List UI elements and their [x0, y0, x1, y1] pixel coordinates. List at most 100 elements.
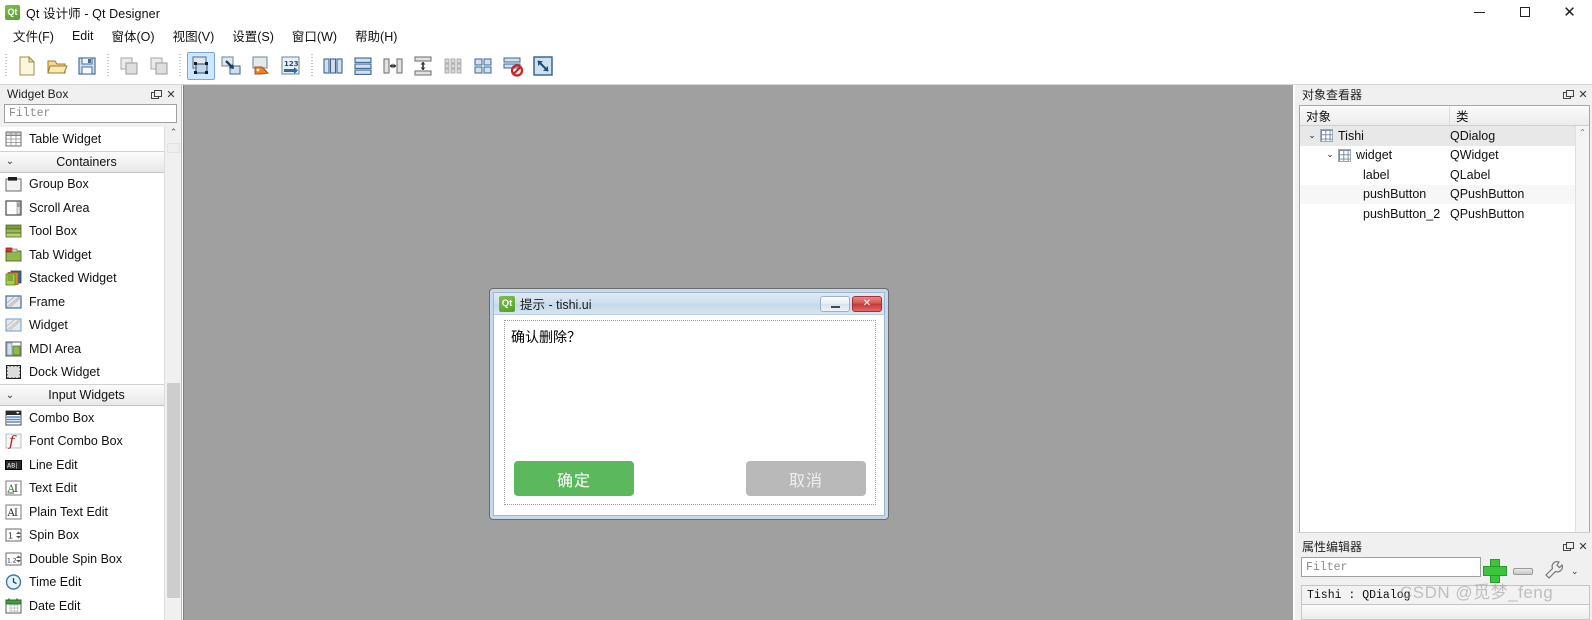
close-icon[interactable]: ✕ — [1575, 538, 1591, 554]
float-icon[interactable] — [1559, 86, 1575, 102]
close-button[interactable]: ✕ — [1547, 0, 1592, 24]
menu-form[interactable]: 窗体(O) — [103, 23, 164, 48]
table-row[interactable]: ⌄ Tishi QDialog — [1300, 126, 1589, 146]
edit-signals-slots-button[interactable] — [217, 52, 245, 80]
widget-box-list[interactable]: Table Widget ⌄ Containers Group Box Scro… — [0, 127, 181, 620]
menu-view[interactable]: 视图(V) — [164, 23, 224, 48]
toolbar-grip[interactable] — [3, 53, 9, 78]
widget-item-double-spin-box[interactable]: 1.2 Double Spin Box — [0, 547, 181, 571]
widget-item-combo-box[interactable]: Combo Box — [0, 406, 181, 430]
widget-item-text-edit[interactable]: A I Text Edit — [0, 476, 181, 500]
column-header-class[interactable]: 类 — [1450, 106, 1589, 125]
table-row[interactable]: ⌄ widget QWidget — [1300, 146, 1589, 166]
column-header-object[interactable]: 对象 — [1300, 106, 1450, 125]
table-row[interactable]: pushButton_2 QPushButton — [1300, 204, 1589, 224]
form-body-widget[interactable]: 确认删除？ 确定 取消 — [504, 320, 876, 505]
menu-help[interactable]: 帮助(H) — [346, 23, 406, 48]
layout-grid-button[interactable] — [439, 52, 467, 80]
float-icon[interactable] — [147, 86, 163, 102]
widget-item-table-widget[interactable]: Table Widget — [0, 127, 181, 151]
minimize-button[interactable] — [1457, 0, 1502, 24]
layout-splitter-horizontal-button[interactable] — [379, 52, 407, 80]
break-layout-button[interactable] — [499, 52, 527, 80]
widget-box-title: Widget Box — [7, 87, 69, 101]
design-canvas[interactable]: Qt 提示 - tishi.ui ✕ 确认删除？ 确定 取消 — [183, 85, 1293, 620]
widget-box-scrollbar[interactable]: ⌃ — [164, 127, 181, 620]
add-property-icon[interactable] — [1483, 559, 1507, 583]
form-close-button[interactable]: ✕ — [852, 295, 882, 312]
menu-settings[interactable]: 设置(S) — [223, 23, 283, 48]
widget-item-line-edit[interactable]: AB| Line Edit — [0, 453, 181, 477]
toolbar-grip-2[interactable] — [105, 53, 111, 78]
new-form-button[interactable] — [13, 52, 41, 80]
cancel-button[interactable]: 取消 — [746, 461, 866, 496]
widget-item-frame[interactable]: Frame — [0, 290, 181, 314]
widget-item-spin-box[interactable]: 1 Spin Box — [0, 523, 181, 547]
edit-buddies-button[interactable] — [247, 52, 275, 80]
remove-property-icon[interactable] — [1513, 568, 1533, 575]
maximize-icon — [1519, 7, 1530, 17]
edit-tab-order-button[interactable]: 123 — [277, 52, 305, 80]
close-icon[interactable]: ✕ — [163, 86, 179, 102]
table-row[interactable]: pushButton QPushButton — [1300, 184, 1589, 204]
layout-vertically-button[interactable] — [349, 52, 377, 80]
maximize-button[interactable] — [1502, 0, 1547, 24]
float-icon[interactable] — [1559, 538, 1575, 554]
toolbar-grip-4[interactable] — [309, 53, 315, 78]
menu-file[interactable]: 文件(F) — [4, 23, 63, 48]
form-selection-frame[interactable]: Qt 提示 - tishi.ui ✕ 确认删除？ 确定 取消 — [489, 288, 889, 520]
form-dialog[interactable]: Qt 提示 - tishi.ui ✕ 确认删除？ 确定 取消 — [493, 292, 885, 516]
close-icon[interactable]: ✕ — [1575, 86, 1591, 102]
widget-item-time-edit[interactable]: Time Edit — [0, 570, 181, 594]
widget-item-scroll-area[interactable]: Scroll Area — [0, 196, 181, 220]
chevron-down-icon[interactable]: ⌄ — [1571, 567, 1579, 577]
property-filter[interactable] — [1301, 557, 1481, 577]
property-filter-input[interactable] — [1306, 560, 1476, 574]
toolbar-grip-3[interactable] — [177, 53, 183, 78]
scrollbar-thumb-top[interactable] — [167, 143, 180, 153]
object-inspector-header: 对象查看器 ✕ — [1295, 85, 1592, 103]
widget-item-widget[interactable]: Widget — [0, 313, 181, 337]
configure-icon[interactable] — [1543, 559, 1565, 581]
undo-button[interactable] — [115, 52, 143, 80]
widget-item-mdi-area[interactable]: MDI Area — [0, 337, 181, 361]
widget-item-date-edit[interactable]: Date Edit — [0, 594, 181, 618]
layout-horizontally-button[interactable] — [319, 52, 347, 80]
widget-category-containers[interactable]: ⌄ Containers — [0, 150, 181, 173]
widget-item-plain-text-edit[interactable]: A I Plain Text Edit — [0, 500, 181, 524]
open-form-button[interactable] — [43, 52, 71, 80]
menu-help-label: 帮助(H) — [355, 30, 398, 44]
main-toolbar: 123 — [0, 47, 1592, 85]
menu-window-label: 窗口(W) — [291, 30, 338, 44]
widget-item-dock-widget[interactable]: Dock Widget — [0, 360, 181, 384]
widget-box-filter[interactable] — [4, 104, 177, 123]
widget-item-tool-box[interactable]: Tool Box — [0, 219, 181, 243]
form-minimize-button[interactable] — [820, 295, 850, 312]
chevron-down-icon[interactable]: ⌄ — [1322, 150, 1338, 160]
redo-button[interactable] — [145, 52, 173, 80]
double-spin-box-icon: 1.2 — [4, 550, 22, 568]
qwidget-grid-icon — [1338, 148, 1351, 162]
edit-widgets-icon — [192, 55, 208, 74]
object-inspector-table[interactable]: 对象 类 ⌄ Tishi QDialog ⌄ widget QWidget la… — [1299, 105, 1590, 533]
widget-item-font-combo-box[interactable]: f Font Combo Box — [0, 429, 181, 453]
chevron-down-icon[interactable]: ⌄ — [1304, 131, 1320, 141]
table-row[interactable]: label QLabel — [1300, 165, 1589, 185]
widget-item-group-box[interactable]: Group Box — [0, 172, 181, 196]
ok-button[interactable]: 确定 — [514, 461, 634, 496]
menu-window[interactable]: 窗口(W) — [283, 23, 346, 48]
menu-edit[interactable]: Edit — [63, 26, 103, 46]
scroll-up-icon[interactable]: ⌃ — [1576, 126, 1589, 139]
edit-widgets-button[interactable] — [187, 51, 215, 80]
widget-item-tab-widget[interactable]: Tab Widget — [0, 243, 181, 267]
scroll-up-icon[interactable]: ⌃ — [165, 127, 182, 141]
object-inspector-scrollbar[interactable]: ⌃ — [1575, 126, 1589, 532]
adjust-size-button[interactable] — [529, 52, 557, 80]
scrollbar-thumb[interactable] — [167, 383, 180, 598]
widget-category-input-widgets[interactable]: ⌄ Input Widgets — [0, 384, 181, 406]
save-form-button[interactable] — [73, 52, 101, 80]
layout-splitter-vertical-button[interactable] — [409, 52, 437, 80]
widget-box-filter-input[interactable] — [9, 107, 172, 120]
widget-item-stacked-widget[interactable]: Stacked Widget — [0, 266, 181, 290]
layout-form-button[interactable] — [469, 52, 497, 80]
